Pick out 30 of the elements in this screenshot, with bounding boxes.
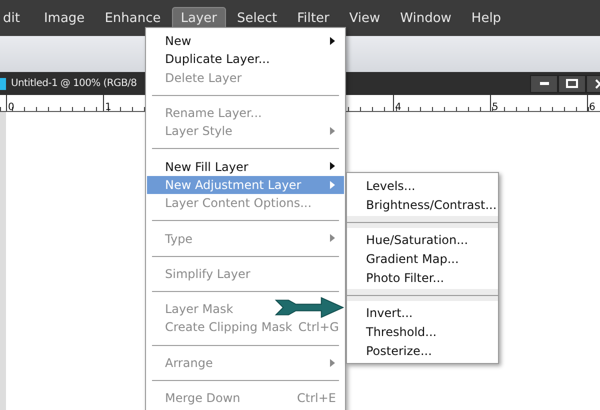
menu-bar-item[interactable]: Help — [462, 6, 510, 30]
menu-item[interactable]: Photo Filter... — [347, 268, 498, 287]
ruler-label: 1 — [104, 102, 112, 111]
menu-item[interactable]: Posterize... — [347, 341, 498, 360]
menu-item[interactable]: New — [147, 32, 344, 50]
document-title: Untitled-1 @ 100% (RGB/8 — [11, 78, 137, 89]
document-icon — [0, 78, 6, 90]
menu-bar-item[interactable]: Enhance — [96, 6, 170, 30]
menu-bar-item[interactable]: Filter — [288, 6, 338, 30]
ruler-label: 0 — [7, 102, 14, 111]
menu-item[interactable]: Invert... — [347, 303, 498, 322]
menu-bar-item[interactable]: Window — [391, 6, 460, 30]
menu-bar-item[interactable]: Layer — [172, 6, 226, 30]
menu-bar-item[interactable]: dit — [0, 6, 29, 30]
minimize-button[interactable] — [530, 74, 558, 92]
pointer-arrow — [274, 296, 345, 319]
maximize-button[interactable] — [558, 74, 586, 92]
ruler-label: 6 — [588, 102, 596, 111]
menu-item[interactable]: Duplicate Layer... — [147, 50, 274, 69]
menu-item[interactable]: Threshold... — [347, 322, 498, 341]
menu-item[interactable]: Hue/Saturation... — [347, 230, 498, 249]
ruler-label: 4 — [394, 102, 402, 111]
ruler-label: 5 — [491, 102, 498, 111]
menu-item[interactable]: Brightness/Contrast... — [347, 195, 498, 214]
menu-item[interactable]: New Fill Layer — [147, 157, 344, 176]
menu-item[interactable]: Levels... — [347, 176, 498, 195]
menu-bar-item[interactable]: View — [340, 6, 390, 30]
menu-bar-item[interactable]: Select — [228, 6, 286, 30]
menu-bar-item[interactable]: Image — [34, 6, 94, 30]
menu-item[interactable]: Gradient Map... — [347, 249, 498, 268]
